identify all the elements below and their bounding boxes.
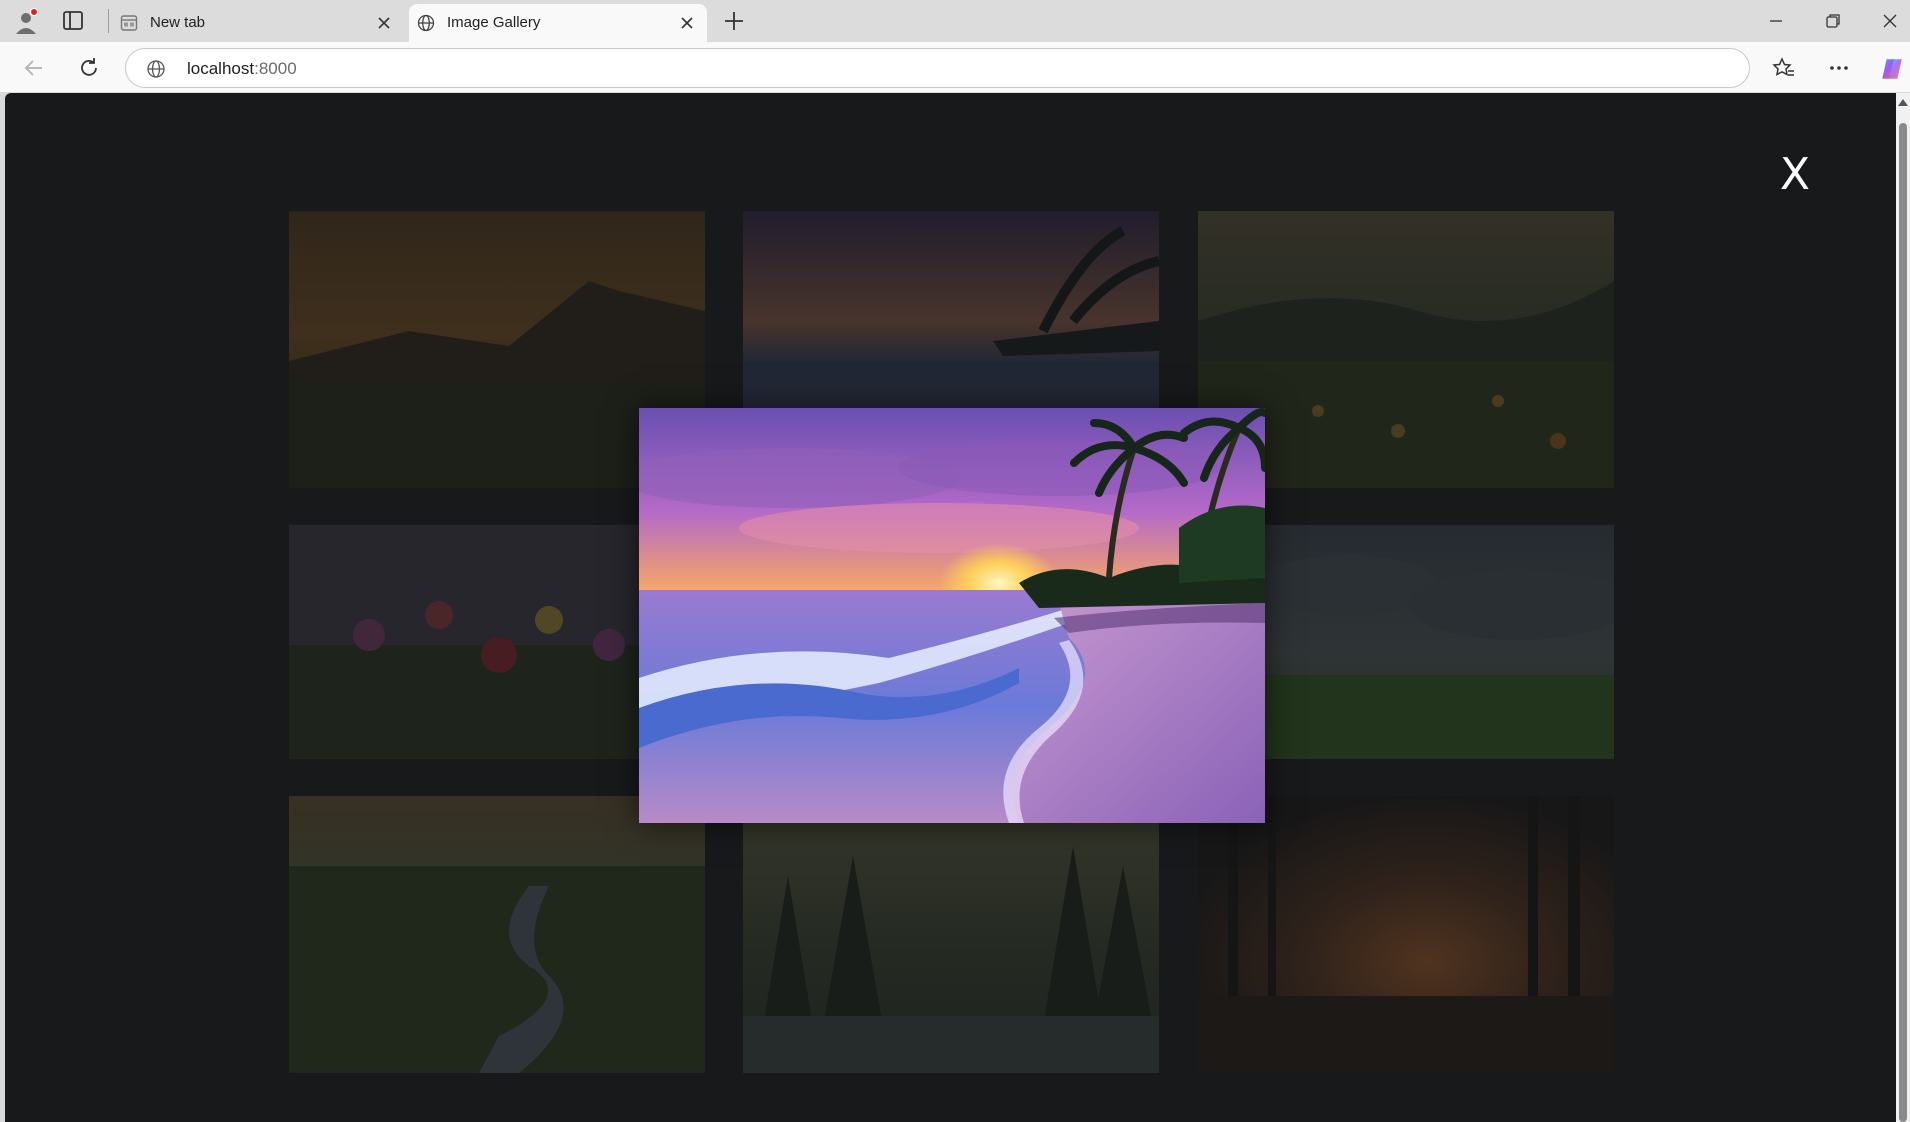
profile-icon[interactable] [12,8,40,36]
tab-separator [108,9,109,33]
scroll-up-arrow-icon[interactable] [1898,99,1908,106]
url-host: localhost [187,59,255,78]
minimize-icon[interactable] [1765,10,1787,32]
restore-icon[interactable] [1822,10,1844,32]
lightbox-image-tropical-beach-sunset [639,408,1265,823]
close-tab-icon[interactable] [677,13,697,33]
tab-actions-icon[interactable] [62,10,86,32]
refresh-icon[interactable] [77,56,101,80]
tab-title: Image Gallery [447,14,541,31]
tab-strip: New tab Image Gallery [0,0,1910,42]
address-bar[interactable]: localhost:8000 [125,48,1750,88]
new-tab-page-icon [120,14,138,32]
gallery-image-pine-forest-lake-sunset[interactable] [743,796,1159,1073]
url-port: :8000 [254,59,297,78]
notification-dot [30,8,38,16]
tab-title: New tab [150,14,206,31]
more-options-icon[interactable] [1827,56,1851,80]
back-arrow-icon[interactable] [22,56,46,80]
page-viewport: X [5,93,1896,1122]
close-lightbox-button[interactable]: X [1770,145,1820,205]
favorites-star-icon[interactable] [1772,56,1796,80]
site-info-globe-icon[interactable] [146,59,166,79]
close-window-icon[interactable] [1879,10,1901,32]
close-tab-icon[interactable] [374,13,394,33]
copilot-icon[interactable] [1879,56,1903,80]
tab-new-tab[interactable]: New tab [112,4,404,42]
globe-icon [417,14,435,32]
new-tab-plus-icon[interactable] [722,9,746,33]
scrollbar-thumb[interactable] [1899,123,1907,1122]
gallery-image-forest-lake-deer-sunset[interactable] [1198,796,1614,1073]
gallery-image-river-through-marsh[interactable] [289,796,705,1073]
url-text: localhost:8000 [187,59,297,79]
tab-image-gallery[interactable]: Image Gallery [409,4,707,42]
vertical-scrollbar[interactable] [1896,93,1910,1122]
